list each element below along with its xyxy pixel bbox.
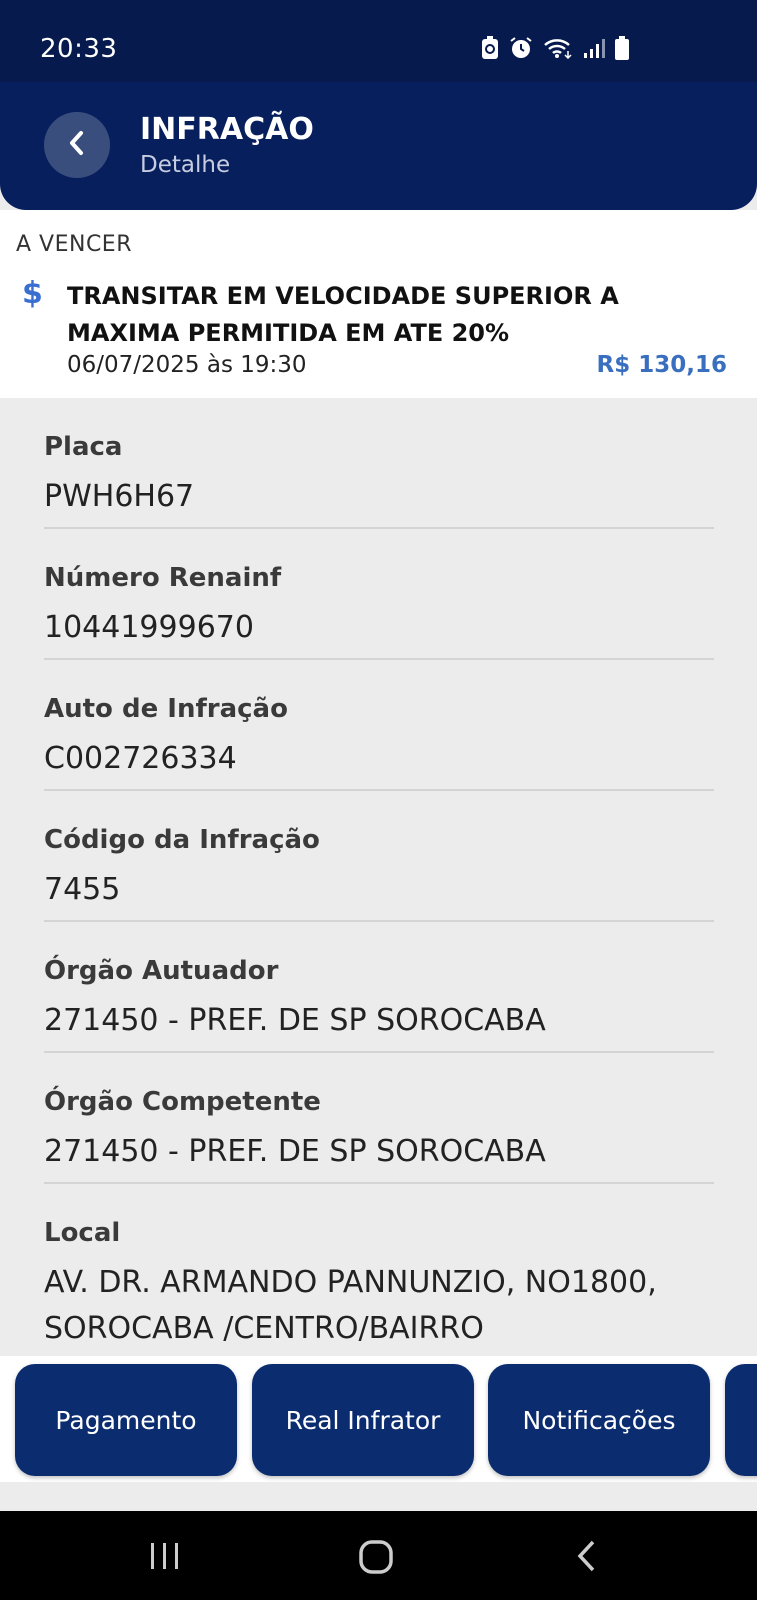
system-nav-bar: [0, 1511, 757, 1600]
field-label: Placa: [44, 432, 123, 462]
page-title: INFRAÇÃO: [140, 112, 314, 147]
page-subtitle: Detalhe: [140, 152, 231, 178]
alarm-icon: [509, 36, 533, 60]
field-label: Órgão Autuador: [44, 956, 279, 986]
field-label: Órgão Competente: [44, 1087, 321, 1117]
home-icon[interactable]: [358, 1539, 394, 1580]
action-bar: Pagamento Real Infrator Notificações: [0, 1356, 757, 1482]
recent-apps-icon[interactable]: [148, 1539, 182, 1578]
infraction-datetime: 06/07/2025 às 19:30: [67, 352, 307, 378]
chevron-left-icon: [65, 128, 89, 163]
infraction-amount: R$ 130,16: [596, 352, 727, 378]
field-label: Local: [44, 1218, 121, 1248]
infraction-description: TRANSITAR EM VELOCIDADE SUPERIOR A MAXIM…: [67, 282, 619, 347]
field-value: AV. DR. ARMANDO PANNUNZIO, NO1800, SOROC…: [44, 1265, 657, 1346]
field-value: C002726334: [44, 741, 237, 776]
field-value: 7455: [44, 872, 121, 907]
field-value: PWH6H67: [44, 479, 195, 514]
battery-saver-icon: [481, 36, 499, 60]
status-icons: [481, 36, 629, 60]
field-value: 271450 - PREF. DE SP SOROCABA: [44, 1134, 546, 1169]
status-label: A VENCER: [16, 232, 132, 257]
notificacoes-button[interactable]: Notificações: [488, 1364, 710, 1476]
details-list: Placa PWH6H67 Número Renainf 10441999670…: [44, 398, 714, 1346]
field-local: Local AV. DR. ARMANDO PANNUNZIO, NO1800,…: [44, 1184, 714, 1346]
field-orgao-autuador: Órgão Autuador 271450 - PREF. DE SP SORO…: [44, 922, 714, 1053]
field-label: Número Renainf: [44, 563, 282, 593]
infraction-summary: A VENCER $ TRANSITAR EM VELOCIDADE SUPER…: [0, 210, 757, 398]
field-placa: Placa PWH6H67: [44, 398, 714, 529]
field-codigo-da-infracao: Código da Infração 7455: [44, 791, 714, 922]
back-button[interactable]: [44, 112, 110, 178]
field-auto-de-infracao: Auto de Infração C002726334: [44, 660, 714, 791]
field-value: 10441999670: [44, 610, 254, 645]
wifi-icon: [543, 37, 573, 59]
dollar-icon: $: [22, 276, 43, 311]
signal-icon: [583, 37, 605, 59]
field-numero-renainf: Número Renainf 10441999670: [44, 529, 714, 660]
field-label: Auto de Infração: [44, 694, 288, 724]
more-actions-button[interactable]: [725, 1364, 757, 1476]
back-icon[interactable]: [574, 1539, 600, 1578]
field-orgao-competente: Órgão Competente 271450 - PREF. DE SP SO…: [44, 1053, 714, 1184]
pagamento-button[interactable]: Pagamento: [15, 1364, 237, 1476]
field-value: 271450 - PREF. DE SP SOROCABA: [44, 1003, 546, 1038]
battery-icon: [615, 36, 629, 60]
real-infrator-button[interactable]: Real Infrator: [252, 1364, 474, 1476]
app-header: INFRAÇÃO Detalhe: [0, 82, 757, 210]
status-bar: 20:33: [0, 0, 757, 82]
field-label: Código da Infração: [44, 825, 320, 855]
status-time: 20:33: [40, 34, 118, 64]
